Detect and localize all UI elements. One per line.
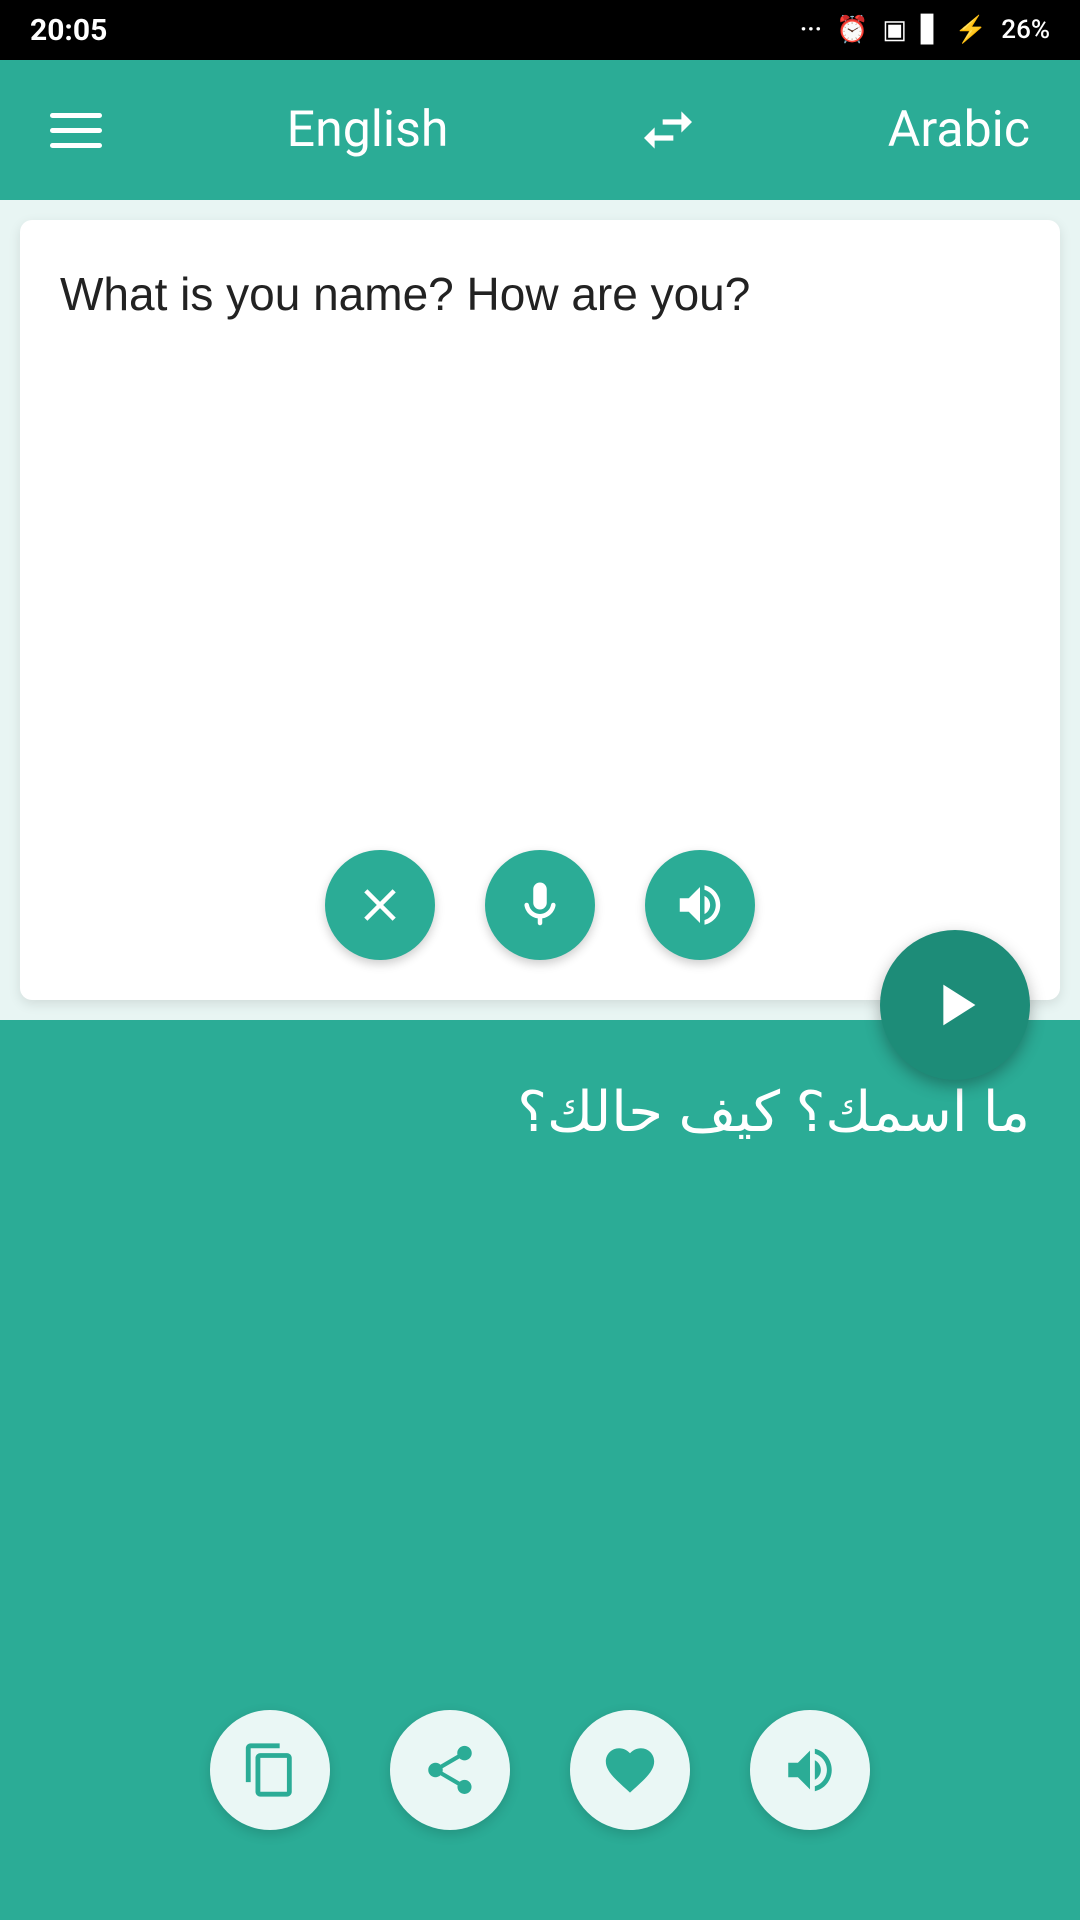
battery-icon: 26% (1001, 15, 1050, 45)
swap-languages-button[interactable] (633, 95, 703, 165)
toolbar: English Arabic (0, 60, 1080, 200)
source-text-input[interactable] (60, 260, 1020, 830)
input-section (20, 220, 1060, 1000)
dots-icon: ··· (800, 15, 822, 45)
status-bar: 20:05 ··· ⏰ ▣ ▋ ⚡ 26% (0, 0, 1080, 60)
source-language-button[interactable]: English (287, 101, 449, 159)
speak-source-button[interactable] (645, 850, 755, 960)
main-container: ما اسمك؟ كيف حالك؟ (0, 220, 1080, 1920)
target-language-button[interactable]: Arabic (888, 101, 1030, 159)
clear-button[interactable] (325, 850, 435, 960)
output-section: ما اسمك؟ كيف حالك؟ (0, 1020, 1080, 1920)
speak-output-button[interactable] (750, 1710, 870, 1830)
signal-icon: ▋ (921, 15, 941, 45)
copy-button[interactable] (210, 1710, 330, 1830)
translate-button[interactable] (880, 930, 1030, 1080)
status-time: 20:05 (30, 13, 107, 48)
share-button[interactable] (390, 1710, 510, 1830)
alarm-icon: ⏰ (836, 15, 868, 45)
translated-text: ما اسمك؟ كيف حالك؟ (50, 1070, 1030, 1690)
favorite-button[interactable] (570, 1710, 690, 1830)
microphone-button[interactable] (485, 850, 595, 960)
output-controls (50, 1710, 1030, 1870)
status-icons: ··· ⏰ ▣ ▋ ⚡ 26% (800, 15, 1050, 45)
input-controls (60, 850, 1020, 960)
sim-icon: ▣ (882, 15, 907, 45)
bolt-icon: ⚡ (955, 15, 987, 45)
menu-button[interactable] (50, 113, 102, 148)
battery-percent: 26% (1001, 15, 1050, 45)
